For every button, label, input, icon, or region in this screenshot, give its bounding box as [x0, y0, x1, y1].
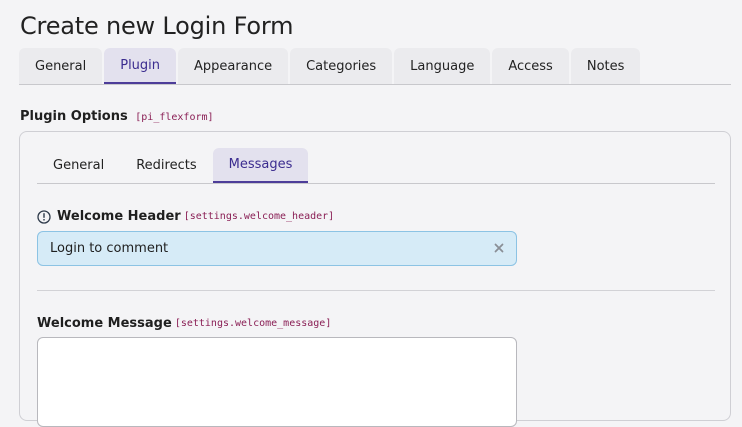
welcome-header-label-row: Welcome Header [settings.welcome_header] — [37, 209, 334, 224]
tab-plugin[interactable]: Plugin — [104, 48, 177, 84]
plugin-options-panel: General Redirects Messages Welcome Heade… — [19, 131, 731, 427]
field-divider — [37, 290, 715, 291]
subtab-general[interactable]: General — [37, 148, 120, 183]
tab-notes[interactable]: Notes — [570, 48, 641, 84]
plugin-options-heading: Plugin Options [pi_flexform] — [20, 109, 214, 124]
tab-access[interactable]: Access — [492, 48, 569, 84]
welcome-message-label-row: Welcome Message [settings.welcome_messag… — [37, 316, 331, 331]
welcome-header-label: Welcome Header — [57, 209, 181, 224]
flexform-tab-bar: General Redirects Messages — [37, 148, 715, 184]
tab-appearance[interactable]: Appearance — [178, 48, 289, 84]
welcome-header-key: [settings.welcome_header] — [183, 211, 335, 222]
tab-language[interactable]: Language — [394, 48, 491, 84]
welcome-message-key: [settings.welcome_message] — [174, 318, 332, 329]
page-title: Create new Login Form — [20, 12, 294, 40]
welcome-header-value: Login to comment — [50, 241, 169, 256]
welcome-message-textarea[interactable] — [37, 337, 517, 427]
tab-general[interactable]: General — [19, 48, 103, 84]
subtab-redirects[interactable]: Redirects — [120, 148, 212, 183]
main-tab-bar: General Plugin Appearance Categories Lan… — [19, 48, 731, 85]
plugin-options-key: [pi_flexform] — [135, 112, 214, 123]
clear-icon[interactable] — [492, 241, 506, 255]
plugin-options-label: Plugin Options — [20, 109, 128, 124]
subtab-messages[interactable]: Messages — [212, 148, 309, 183]
welcome-header-input[interactable]: Login to comment — [37, 231, 517, 266]
info-circle-icon — [37, 209, 51, 224]
welcome-message-label: Welcome Message — [37, 316, 172, 331]
tab-categories[interactable]: Categories — [290, 48, 393, 84]
